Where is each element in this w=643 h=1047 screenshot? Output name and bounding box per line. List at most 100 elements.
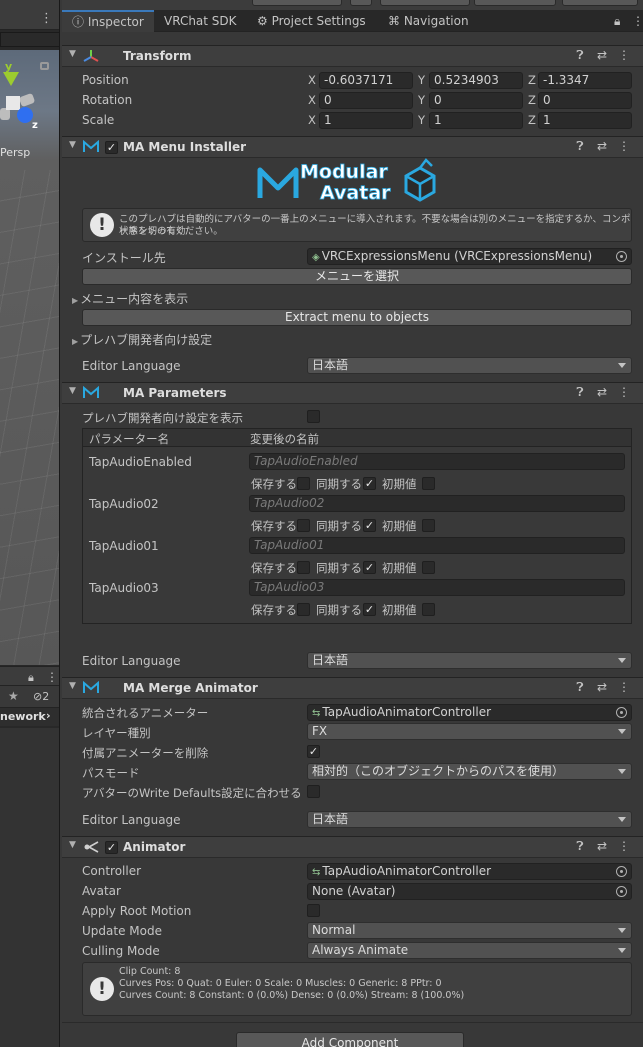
tab-inspector[interactable]: ⓘ Inspector: [62, 10, 154, 32]
controller-label[interactable]: Controller: [82, 864, 141, 878]
lower-menu-icon[interactable]: ⋮: [46, 670, 58, 684]
object-picker-icon[interactable]: [616, 866, 627, 877]
tab-navigation[interactable]: ⌘ Navigation: [388, 10, 469, 32]
animator-enabled-checkbox[interactable]: ✓: [105, 841, 118, 854]
path-mode-dropdown[interactable]: 相対的（このオブジェクトからのパスを使用）: [307, 763, 632, 780]
install-target-label[interactable]: インストール先: [82, 249, 166, 266]
merge-animator-header[interactable]: ▼ MA Merge Animator ❓︎ ⇄ ⋮: [62, 677, 643, 699]
layers-button[interactable]: [474, 0, 556, 6]
delete-attached-animator-checkbox[interactable]: ✓: [307, 745, 320, 758]
preset-icon[interactable]: ⇄: [591, 385, 613, 399]
culling-mode-label[interactable]: Culling Mode: [82, 944, 160, 958]
add-component-button[interactable]: Add Component: [236, 1032, 464, 1047]
editor-language-label[interactable]: Editor Language: [82, 654, 181, 668]
scene-menu-icon[interactable]: ⋮: [40, 12, 53, 25]
path-mode-label[interactable]: パスモード: [82, 765, 140, 781]
object-picker-icon[interactable]: [616, 886, 627, 897]
preset-icon[interactable]: ⇄: [591, 839, 613, 853]
editor-language-dropdown[interactable]: 日本語: [307, 811, 632, 828]
default-checkbox[interactable]: [422, 603, 435, 616]
favorite-star-icon[interactable]: ★: [8, 689, 19, 703]
transform-header[interactable]: ▼ Transform ❓︎ ⇄ ⋮: [62, 45, 643, 67]
extract-menu-button[interactable]: Extract menu to objects: [82, 309, 632, 326]
hidden-eye-icon[interactable]: ⊘2: [33, 690, 49, 703]
help-icon[interactable]: ❓︎: [569, 385, 591, 400]
tab-project-settings[interactable]: ⚙ Project Settings: [257, 10, 366, 32]
show-menu-contents-foldout[interactable]: ▶ メニュー内容を表示: [72, 290, 188, 307]
collab-button[interactable]: [252, 0, 342, 6]
match-write-defaults-label[interactable]: アバターのWrite Defaults設定に合わせる: [82, 785, 302, 801]
inspector-menu-icon[interactable]: ⋮: [632, 10, 643, 32]
account-button[interactable]: [380, 0, 470, 6]
param-rename-field[interactable]: TapAudio02: [249, 495, 625, 512]
lower-lock-icon[interactable]: 🔒︎: [28, 671, 34, 685]
animator-to-merge-label[interactable]: 統合されるアニメーター: [82, 705, 208, 721]
help-icon[interactable]: ❓︎: [569, 48, 591, 63]
rotation-y-axis[interactable]: Y: [418, 93, 425, 107]
param-rename-field[interactable]: TapAudio01: [249, 537, 625, 554]
default-checkbox[interactable]: [422, 477, 435, 490]
scale-y-field[interactable]: 1: [429, 112, 523, 129]
prefab-dev-settings-foldout[interactable]: ▶ プレハブ開発者向け設定: [72, 331, 212, 348]
show-dev-settings-label[interactable]: プレハブ開発者向け設定を表示: [82, 410, 243, 426]
animator-header[interactable]: ▼ ✓ Animator ❓︎ ⇄ ⋮: [62, 836, 643, 858]
rotation-y-field[interactable]: 0: [429, 92, 523, 109]
scale-x-field[interactable]: 1: [319, 112, 413, 129]
rotation-x-field[interactable]: 0: [319, 92, 413, 109]
breadcrumb-framework[interactable]: nework ›: [0, 708, 59, 726]
component-menu-icon[interactable]: ⋮: [613, 48, 635, 62]
apply-root-motion-label[interactable]: Apply Root Motion: [82, 904, 191, 918]
gizmo-z-cone-icon[interactable]: [17, 107, 33, 123]
preset-icon[interactable]: ⇄: [591, 48, 613, 62]
install-target-field[interactable]: ◈ VRCExpressionsMenu (VRCExpressionsMenu): [307, 248, 632, 265]
scene-view-panel[interactable]: ⋮ y z Persp 🔒︎ ⋮ ★ ⊘2 nework ›: [0, 0, 60, 1047]
update-mode-dropdown[interactable]: Normal: [307, 922, 632, 939]
layer-type-dropdown[interactable]: FX: [307, 723, 632, 740]
sync-checkbox[interactable]: ✓: [363, 603, 376, 616]
menu-installer-enabled-checkbox[interactable]: ✓: [105, 141, 118, 154]
rotation-label[interactable]: Rotation: [82, 93, 132, 107]
layout-button[interactable]: [562, 0, 638, 6]
component-menu-icon[interactable]: ⋮: [613, 680, 635, 694]
parameters-header[interactable]: ▼ MA Parameters ❓︎ ⇄ ⋮: [62, 382, 643, 404]
save-checkbox[interactable]: [297, 477, 310, 490]
param-rename-field[interactable]: TapAudioEnabled: [249, 453, 625, 470]
match-write-defaults-checkbox[interactable]: [307, 785, 320, 798]
scale-x-axis[interactable]: X: [308, 113, 316, 127]
editor-language-label[interactable]: Editor Language: [82, 813, 181, 827]
inspector-lock-icon[interactable]: 🔒︎: [614, 10, 620, 32]
help-icon[interactable]: ❓︎: [569, 839, 591, 854]
scale-z-axis[interactable]: Z: [528, 113, 536, 127]
scale-label[interactable]: Scale: [82, 113, 114, 127]
editor-language-dropdown[interactable]: 日本語: [307, 357, 632, 374]
preset-icon[interactable]: ⇄: [591, 680, 613, 694]
gizmo-center-cube-icon[interactable]: [6, 96, 20, 110]
position-z-field[interactable]: -1.3347: [538, 72, 632, 89]
position-z-axis[interactable]: Z: [528, 73, 536, 87]
component-menu-icon[interactable]: ⋮: [613, 839, 635, 853]
menu-installer-header[interactable]: ▼ ✓ MA Menu Installer ❓︎ ⇄ ⋮: [62, 136, 643, 158]
component-menu-icon[interactable]: ⋮: [613, 385, 635, 399]
help-icon[interactable]: ❓︎: [569, 139, 591, 154]
position-x-field[interactable]: -0.6037171: [319, 72, 413, 89]
delete-attached-animator-label[interactable]: 付属アニメーターを削除: [82, 745, 208, 761]
scale-y-axis[interactable]: Y: [418, 113, 425, 127]
rotation-z-axis[interactable]: Z: [528, 93, 536, 107]
avatar-label[interactable]: Avatar: [82, 884, 121, 898]
position-x-axis[interactable]: X: [308, 73, 316, 87]
show-dev-settings-checkbox[interactable]: [307, 410, 320, 423]
sync-checkbox[interactable]: ✓: [363, 519, 376, 532]
preset-icon[interactable]: ⇄: [591, 139, 613, 153]
tab-vrchat-sdk[interactable]: VRChat SDK: [164, 10, 237, 32]
component-menu-icon[interactable]: ⋮: [613, 139, 635, 153]
fold-down-icon[interactable]: ▼: [69, 840, 76, 850]
fold-down-icon[interactable]: ▼: [69, 140, 76, 150]
save-checkbox[interactable]: [297, 519, 310, 532]
rotation-z-field[interactable]: 0: [538, 92, 632, 109]
scale-z-field[interactable]: 1: [538, 112, 632, 129]
help-icon[interactable]: ❓︎: [569, 680, 591, 695]
editor-language-dropdown[interactable]: 日本語: [307, 652, 632, 669]
rotation-x-axis[interactable]: X: [308, 93, 316, 107]
sync-checkbox[interactable]: ✓: [363, 561, 376, 574]
fold-down-icon[interactable]: ▼: [69, 681, 76, 691]
